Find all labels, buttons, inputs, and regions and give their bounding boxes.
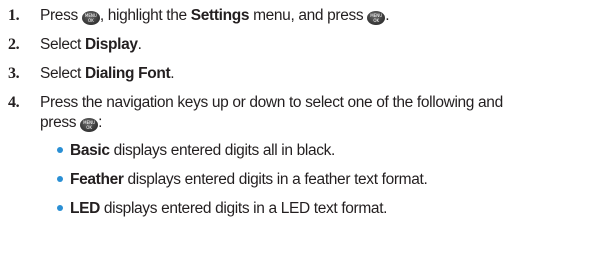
step-text-part: Press (40, 7, 82, 24)
menu-ok-key-icon: MENU OK (80, 118, 99, 132)
step-text-part: Select (40, 65, 85, 82)
step-number: 4. (8, 94, 20, 111)
option-term: Basic (70, 142, 110, 159)
menu-ok-key-icon: MENU OK (367, 11, 386, 25)
step-text: Press the navigation keys up or down to … (40, 94, 503, 111)
bullet-dot (57, 205, 63, 211)
menu-term: Dialing Font (84, 65, 171, 82)
step-text: Select Display. (40, 35, 600, 55)
option-term: Feather (70, 171, 124, 188)
key-label-bottom: OK (87, 18, 94, 23)
option-description: displays entered digits in a LED text fo… (99, 200, 388, 217)
step-text: press MENU OK: (40, 113, 600, 133)
option-term: LED (70, 200, 100, 217)
option-item-feather: Feather displays entered digits in a fea… (57, 170, 428, 190)
step-number: 2. (8, 36, 20, 53)
step-number: 1. (8, 7, 20, 24)
menu-term: Display (84, 36, 138, 53)
instruction-page: 1. Press MENU OK, highlight the Settings … (0, 0, 605, 253)
bullet-dot (57, 147, 63, 153)
step-text-part: : (98, 114, 103, 131)
option-description: displays entered digits all in black. (109, 142, 336, 159)
step-text-part: . (385, 7, 390, 24)
option-item-led: LED displays entered digits in a LED tex… (57, 199, 388, 219)
step-text: Press MENU OK, highlight the Settings men… (40, 6, 600, 26)
option-description: displays entered digits in a feather tex… (123, 171, 428, 188)
menu-term: Settings (190, 7, 250, 24)
step-text-part: . (137, 36, 142, 53)
menu-ok-key-icon: MENU OK (81, 11, 100, 25)
step-text-part: , highlight the (99, 7, 191, 24)
bullet-dot (57, 176, 63, 182)
step-text-part: Select (40, 36, 85, 53)
step-text-part: press (40, 114, 81, 131)
step-number: 3. (8, 65, 20, 82)
step-text-part: menu, and press (249, 7, 368, 24)
key-label-bottom: OK (373, 18, 380, 23)
step-text: Select Dialing Font. (40, 64, 600, 84)
option-item-basic: Basic displays entered digits all in bla… (57, 141, 336, 161)
step-text-part: . (170, 65, 175, 82)
key-label-bottom: OK (86, 125, 92, 130)
